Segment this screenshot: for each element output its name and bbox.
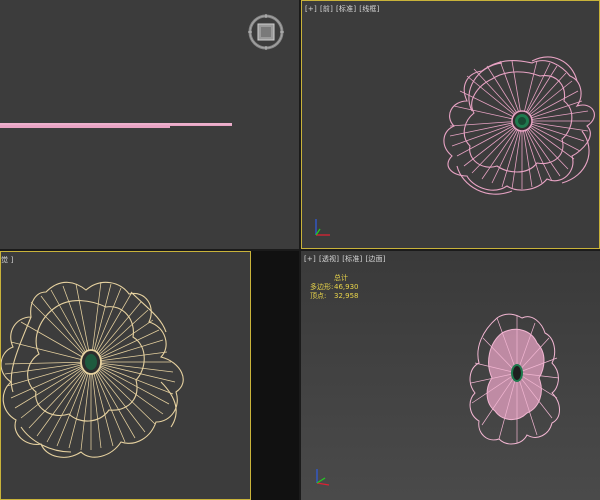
flower-mesh-pink (443, 56, 595, 195)
viewport-bottom-right[interactable]: [+] [透视] [标准] [边面] 总计 多边形:46,930 顶点: 32,958 (301, 251, 600, 500)
flower-mesh-perspective (469, 313, 560, 445)
viewport-bottom-left[interactable]: 觉 ] (0, 251, 251, 500)
flower-mesh-wire (1, 281, 184, 458)
viewport-top-right[interactable]: [+] [前] [标准] [线框] (301, 0, 600, 249)
viewport-gap (251, 251, 299, 500)
viewport-top-left[interactable] (0, 0, 299, 249)
viewcube-icon[interactable] (246, 12, 286, 52)
